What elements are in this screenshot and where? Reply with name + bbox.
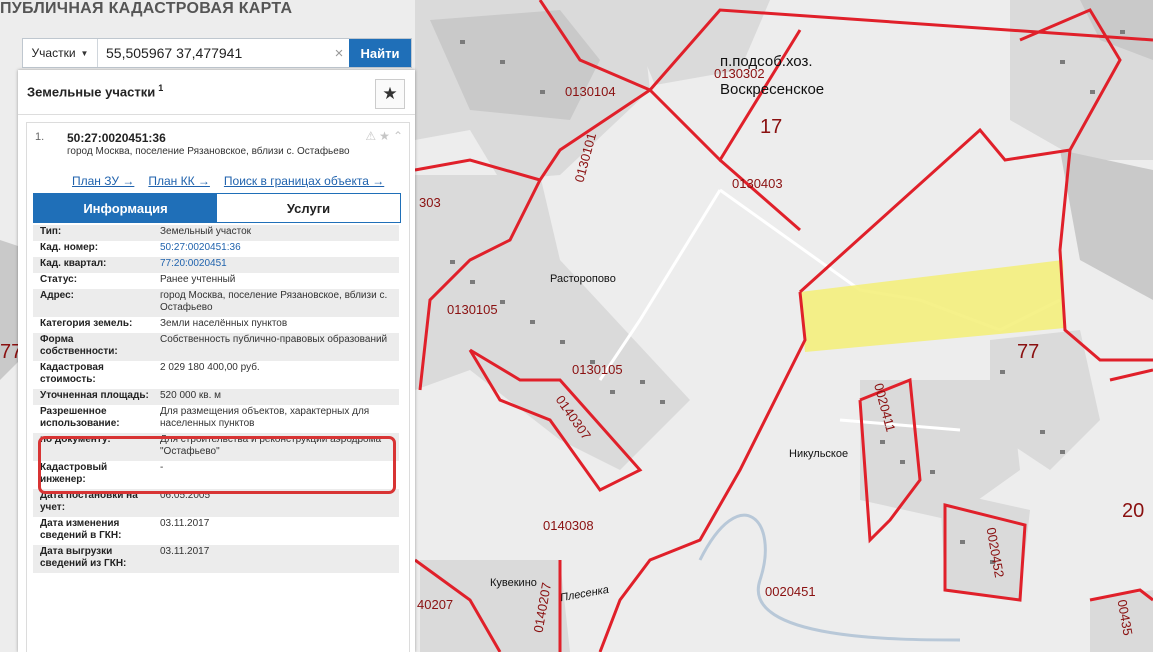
- property-row: Категория земель: Земли населённых пункто…: [33, 317, 399, 333]
- property-value: Ранее учтенный: [160, 274, 236, 285]
- property-key: Кадастровый инженер:: [40, 462, 108, 485]
- property-row: Кад. квартал: 77:20:0020451: [33, 257, 399, 273]
- plan-zu-link[interactable]: План ЗУ →: [72, 174, 134, 188]
- search-button[interactable]: Найти: [349, 39, 411, 67]
- card-links: План ЗУ → План КК → Поиск в границах объ…: [72, 174, 384, 188]
- plan-kk-link[interactable]: План КК →: [148, 174, 210, 188]
- search-input[interactable]: [98, 39, 329, 67]
- parcel-card: 1. 50:27:0020451:36 город Москва, поселе…: [26, 122, 410, 652]
- district-label: 77: [1017, 341, 1040, 363]
- star-icon: ★: [382, 84, 398, 103]
- search-in-bounds-link[interactable]: Поиск в границах объекта →: [224, 174, 384, 188]
- map-title: ПУБЛИЧНАЯ КАДАСТРОВАЯ КАРТА: [0, 0, 293, 17]
- favorite-button[interactable]: ★: [375, 79, 405, 109]
- property-value: Для размещения объектов, характерных для…: [160, 406, 370, 429]
- property-key: Кад. квартал:: [40, 258, 107, 269]
- property-key: Категория земель:: [40, 318, 133, 329]
- quarter-label: 0130105: [572, 362, 623, 377]
- card-address: город Москва, поселение Рязановское, вбл…: [67, 146, 350, 157]
- place-label: Кувекино: [490, 577, 537, 589]
- property-value: Собственность публично-правовых образова…: [160, 334, 388, 345]
- place-label: Воскресенское: [720, 81, 825, 98]
- property-row: Тип: Земельный участок: [33, 225, 399, 241]
- property-key: Кад. номер:: [40, 242, 99, 253]
- property-row: Форма собственности: Собственность публич…: [33, 333, 399, 361]
- property-value: Земли населённых пунктов: [160, 318, 288, 329]
- district-label: 20: [1122, 500, 1145, 522]
- property-key: Адрес:: [40, 290, 74, 301]
- cadastral-number-link[interactable]: 50:27:0020451:36: [153, 242, 399, 254]
- property-value: Земельный участок: [160, 226, 252, 237]
- quarter-label: 40207: [417, 597, 454, 612]
- property-row: Дата постановки на учет: 06.05.2005: [33, 489, 399, 517]
- card-tabs: Информация Услуги: [33, 193, 401, 223]
- star-icon[interactable]: ★: [379, 129, 390, 143]
- property-value: 06.05.2005: [160, 490, 211, 501]
- property-row: Кадастровая стоимость: 2 029 180 400,00 р…: [33, 361, 399, 389]
- place-label: Никульское: [789, 448, 849, 460]
- results-panel: Земельные участки 1 ★ 1. 50:27:0020451:36…: [18, 70, 415, 652]
- quarter-label: 0130104: [565, 84, 616, 99]
- property-value: Для строительства и реконструкции аэродр…: [160, 434, 382, 457]
- property-value: город Москва, поселение Рязановское, вбл…: [160, 290, 388, 313]
- property-key: Кадастровая стоимость:: [40, 362, 104, 385]
- property-value: 520 000 кв. м: [160, 390, 222, 401]
- panel-header: Земельные участки 1 ★: [18, 70, 415, 115]
- search-type-dropdown[interactable]: Участки ▼: [23, 39, 98, 67]
- cadastral-quarter-link[interactable]: 77:20:0020451: [153, 258, 399, 270]
- property-key: по документу:: [40, 434, 111, 445]
- property-row: Адрес: город Москва, поселение Рязановско…: [33, 289, 399, 317]
- property-row: Кад. номер: 50:27:0020451:36: [33, 241, 399, 257]
- quarter-label: 0020451: [765, 584, 816, 599]
- property-row: Статус: Ранее учтенный: [33, 273, 399, 289]
- panel-title-text: Земельные участки: [27, 84, 156, 100]
- property-key: Дата выгрузки сведений из ГКН:: [40, 546, 127, 569]
- property-key: Дата изменения сведений в ГКН:: [40, 518, 122, 541]
- place-label: п.подсоб.хоз.: [720, 53, 813, 70]
- warning-icon[interactable]: ⚠: [365, 129, 376, 143]
- property-key: Уточненная площадь:: [40, 390, 149, 401]
- district-label: 17: [760, 116, 783, 138]
- property-value: 03.11.2017: [160, 518, 210, 529]
- chevron-up-icon[interactable]: ⌃: [393, 129, 403, 143]
- panel-title: Земельные участки 1: [27, 83, 163, 99]
- chevron-down-icon: ▼: [80, 48, 89, 58]
- property-value: 03.11.2017: [160, 546, 210, 557]
- card-actions: ⚠ ★ ⌃: [365, 129, 403, 143]
- property-key: Разрешенное использование:: [40, 406, 120, 429]
- clear-icon[interactable]: ×: [329, 39, 349, 67]
- property-value: 2 029 180 400,00 руб.: [160, 362, 260, 373]
- quarter-label: 303: [419, 195, 441, 210]
- place-label: Растороповo: [550, 273, 616, 285]
- tab-information[interactable]: Информация: [34, 194, 217, 222]
- quarter-label: 0130105: [447, 302, 498, 317]
- property-value: -: [160, 462, 164, 473]
- property-row: Дата изменения сведений в ГКН: 03.11.2017: [33, 517, 399, 545]
- result-count: 1: [158, 83, 164, 93]
- property-table: Тип: Земельный участок Кад. номер: 50:27:0…: [33, 225, 399, 573]
- tab-services[interactable]: Услуги: [217, 194, 400, 222]
- search-bar: Участки ▼ × Найти: [22, 38, 412, 68]
- property-row: Уточненная площадь: 520 000 кв. м: [33, 389, 399, 405]
- cadastral-number: 50:27:0020451:36: [67, 131, 166, 145]
- property-key: Дата постановки на учет:: [40, 490, 138, 513]
- search-type-label: Участки: [31, 46, 76, 60]
- quarter-label: 0140308: [543, 518, 594, 533]
- property-key: Тип:: [40, 226, 62, 237]
- property-row: Кадастровый инженер: -: [33, 461, 399, 489]
- property-key: Статус:: [40, 274, 78, 285]
- property-row: Дата выгрузки сведений из ГКН: 03.11.2017: [33, 545, 399, 573]
- property-key: Форма собственности:: [40, 334, 118, 357]
- card-number: 1.: [35, 131, 45, 143]
- property-row: по документу: Для строительства и реконст…: [33, 433, 399, 461]
- property-row: Разрешенное использование: Для размещения…: [33, 405, 399, 433]
- quarter-label: 0130403: [732, 176, 783, 191]
